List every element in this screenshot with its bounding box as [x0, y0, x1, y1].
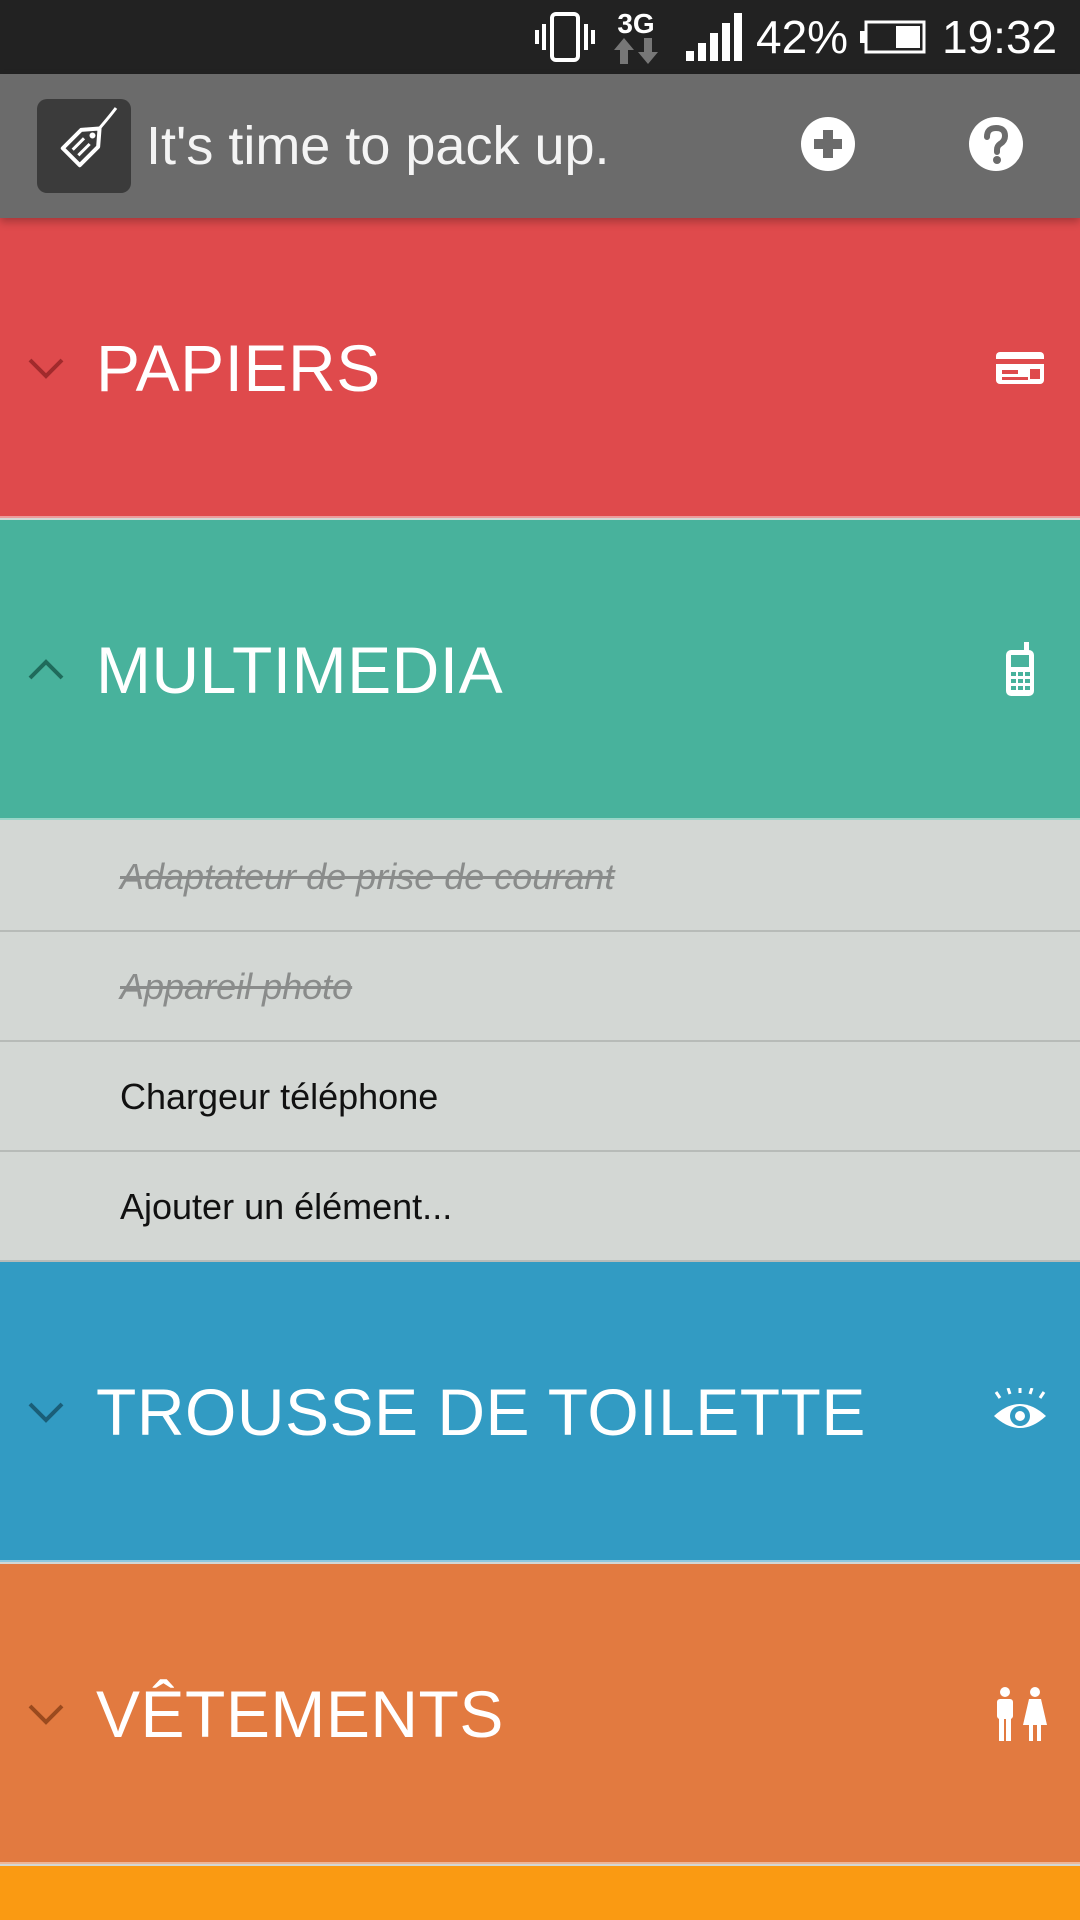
category-title: PAPIERS — [96, 331, 381, 405]
battery-percent: 42% — [756, 11, 849, 63]
category-papiers[interactable]: PAPIERS — [0, 218, 1080, 518]
data-3g-icon: 3G — [614, 0, 658, 74]
category-multimedia[interactable]: MULTIMEDIA — [0, 520, 1080, 820]
status-bar: 3G 42% 19:32 — [0, 0, 1080, 74]
add-item-button[interactable]: Ajouter un élément... — [0, 1152, 1080, 1262]
category-title: TROUSSE DE TOILETTE — [96, 1375, 866, 1449]
chevron-down-icon — [24, 1390, 68, 1434]
list-item-appareil-photo[interactable]: Appareil photo — [0, 932, 1080, 1042]
signal-icon — [686, 0, 744, 74]
people-icon — [990, 1684, 1050, 1744]
add-item-label: Ajouter un élément... — [120, 1186, 453, 1227]
eye-icon — [990, 1382, 1050, 1442]
chevron-up-icon — [24, 648, 68, 692]
battery-icon — [858, 0, 926, 74]
help-button[interactable] — [968, 116, 1024, 177]
chevron-down-icon — [24, 1692, 68, 1736]
item-label: Appareil photo — [120, 966, 353, 1007]
category-title: VÊTEMENTS — [96, 1677, 504, 1751]
category-trousse-de-toilette[interactable]: TROUSSE DE TOILETTE — [0, 1262, 1080, 1562]
action-bar: It's time to pack up. — [0, 74, 1080, 218]
help-circle-icon — [968, 116, 1024, 177]
item-label: Chargeur téléphone — [120, 1076, 439, 1117]
app-logo[interactable] — [37, 99, 131, 193]
list-item-adaptateur[interactable]: Adaptateur de prise de courant — [0, 822, 1080, 932]
tag-icon — [44, 104, 124, 189]
item-label: Adaptateur de prise de courant — [120, 856, 615, 897]
plus-circle-icon — [800, 116, 856, 177]
list-item-chargeur-telephone[interactable]: Chargeur téléphone — [0, 1042, 1080, 1152]
category-next-partial[interactable] — [0, 1866, 1080, 1920]
chevron-down-icon — [24, 346, 68, 390]
category-vetements[interactable]: VÊTEMENTS — [0, 1564, 1080, 1864]
add-category-button[interactable] — [800, 116, 856, 177]
id-card-icon — [990, 338, 1050, 398]
vibrate-icon — [534, 0, 596, 74]
network-type-label: 3G — [617, 8, 655, 39]
app-title: It's time to pack up. — [146, 116, 610, 176]
mobile-phone-icon — [990, 640, 1050, 700]
category-title: MULTIMEDIA — [96, 633, 504, 707]
clock: 19:32 — [942, 11, 1058, 63]
